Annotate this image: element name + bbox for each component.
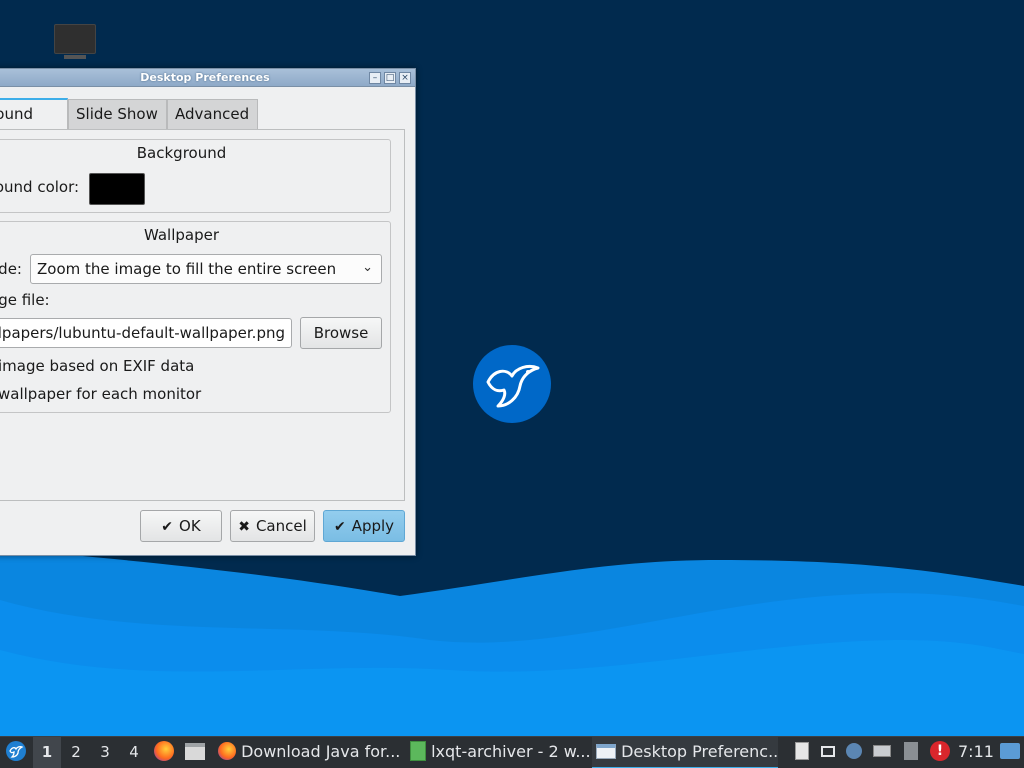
workspace-2[interactable]: 2 bbox=[62, 737, 90, 768]
window-icon bbox=[596, 743, 616, 759]
workspace-1[interactable]: 1 bbox=[33, 737, 61, 768]
task-lxqt-archiver[interactable]: lxqt-archiver - 2 w... bbox=[406, 737, 590, 768]
clock[interactable]: 7:11 bbox=[958, 737, 996, 768]
lubuntu-menu-icon bbox=[6, 741, 26, 761]
wallpaper-group-title: Wallpaper bbox=[143, 226, 220, 244]
task-download-java[interactable]: Download Java for... bbox=[214, 737, 404, 768]
check-icon: ✔ bbox=[333, 519, 346, 535]
workspace-4[interactable]: 4 bbox=[120, 737, 148, 768]
background-color-label: round color: bbox=[0, 178, 80, 196]
close-button[interactable]: × bbox=[399, 72, 411, 84]
minimize-button[interactable]: – bbox=[369, 72, 381, 84]
lubuntu-logo bbox=[473, 345, 551, 423]
show-desktop-icon[interactable] bbox=[998, 737, 1022, 768]
cancel-label: Cancel bbox=[255, 517, 307, 535]
task-label: lxqt-archiver - 2 w... bbox=[431, 742, 590, 761]
network-icon[interactable] bbox=[843, 737, 865, 768]
exif-rotate-checkbox-label[interactable]: image based on EXIF data bbox=[0, 357, 194, 375]
tab-panel: Background round color: Wallpaper ode: Z… bbox=[0, 129, 405, 501]
wallpaper-mode-select[interactable]: Zoom the image to fill the entire screen… bbox=[30, 254, 382, 284]
archive-icon bbox=[410, 741, 426, 761]
computer-desktop-icon[interactable] bbox=[54, 24, 96, 60]
tab-slide-show[interactable]: Slide Show bbox=[68, 99, 167, 129]
start-menu-button[interactable] bbox=[4, 737, 28, 768]
apply-label: Apply bbox=[351, 517, 395, 535]
background-color-swatch[interactable] bbox=[89, 173, 145, 205]
ok-label: OK bbox=[179, 517, 201, 535]
apply-button[interactable]: ✔ Apply bbox=[323, 510, 405, 542]
firefox-icon bbox=[218, 742, 236, 760]
background-group: Background round color: bbox=[0, 139, 391, 213]
task-desktop-preferences[interactable]: Desktop Preferenc... bbox=[592, 737, 778, 768]
taskbar: 1 2 3 4 Download Java for... lxqt-archiv… bbox=[0, 736, 1024, 768]
tab-advanced[interactable]: Advanced bbox=[167, 99, 258, 129]
keyboard-icon[interactable] bbox=[871, 737, 893, 768]
check-icon: ✔ bbox=[161, 519, 174, 535]
file-manager-launcher-icon[interactable] bbox=[183, 737, 207, 768]
display-icon[interactable] bbox=[817, 737, 839, 768]
task-label: Desktop Preferenc... bbox=[621, 742, 778, 761]
cross-icon: ✖ bbox=[238, 519, 250, 535]
ok-button[interactable]: ✔ OK bbox=[140, 510, 222, 542]
task-label: Download Java for... bbox=[241, 742, 401, 761]
maximize-button[interactable]: □ bbox=[384, 72, 396, 84]
image-file-label: age file: bbox=[0, 291, 50, 309]
removable-media-icon[interactable] bbox=[900, 737, 922, 768]
wallpaper-mode-value: Zoom the image to fill the entire screen bbox=[37, 260, 337, 278]
image-file-input[interactable]: llpapers/lubuntu-default-wallpaper.png bbox=[0, 318, 292, 348]
firefox-launcher-icon[interactable] bbox=[152, 737, 176, 768]
chevron-down-icon: ⌄ bbox=[362, 260, 373, 275]
tab-bar: ckground Slide Show Advanced bbox=[0, 98, 415, 129]
per-monitor-checkbox-label[interactable]: wallpaper for each monitor bbox=[0, 385, 201, 403]
update-alert-icon[interactable]: ! bbox=[929, 737, 951, 768]
desktop-preferences-window: Desktop Preferences – □ × ckground Slide… bbox=[0, 68, 416, 556]
clipboard-icon[interactable] bbox=[791, 737, 813, 768]
window-title: Desktop Preferences bbox=[140, 71, 270, 84]
window-titlebar[interactable]: Desktop Preferences – □ × bbox=[0, 69, 415, 87]
cancel-button[interactable]: ✖ Cancel bbox=[230, 510, 315, 542]
wallpaper-group: Wallpaper ode: Zoom the image to fill th… bbox=[0, 221, 391, 413]
wallpaper-mode-label: ode: bbox=[0, 260, 22, 278]
workspace-3[interactable]: 3 bbox=[91, 737, 119, 768]
browse-button[interactable]: Browse bbox=[300, 317, 382, 349]
background-group-title: Background bbox=[136, 144, 227, 162]
tab-background[interactable]: ckground bbox=[0, 98, 68, 129]
